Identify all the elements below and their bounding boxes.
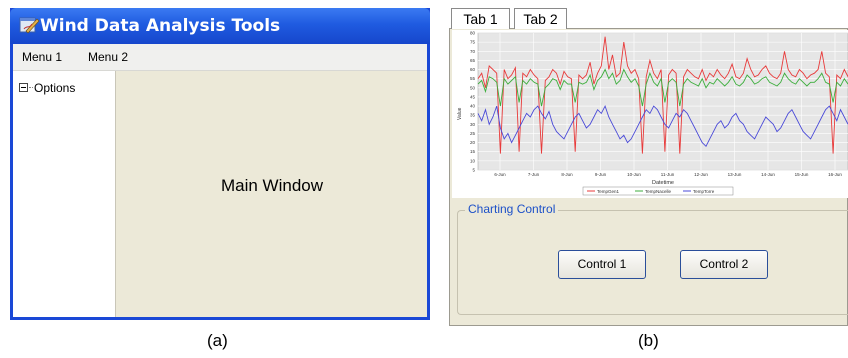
y-tick-label: 45: [470, 94, 476, 99]
y-tick-labels: 5 10 15 20 25 30 35 40 45 50 55 60 65 70 75 80: [470, 31, 476, 173]
x-tick-label: 11-Jun: [661, 172, 675, 177]
chart-legend: TempGen1 TempNacelle TempTorre: [582, 186, 734, 196]
y-tick-label: 55: [470, 76, 476, 81]
y-axis-label: Value: [457, 107, 463, 120]
control-1-button[interactable]: Control 1: [558, 250, 646, 279]
x-tick-label: 12-Jun: [694, 172, 708, 177]
menu-2[interactable]: Menu 2: [88, 50, 128, 64]
application-window: Wind Data Analysis Tools Menu 1 Menu 2 O…: [10, 8, 430, 320]
tree-connector: [29, 87, 33, 88]
x-tick-label: 8-Jun: [561, 172, 573, 177]
caption-b: (b): [638, 331, 659, 350]
y-tick-label: 30: [470, 122, 476, 127]
x-tick-label: 15-Jun: [795, 172, 809, 177]
tab-2[interactable]: Tab 2: [514, 8, 567, 29]
caption-a: (a): [207, 331, 228, 350]
x-axis-label: Datetime: [652, 180, 674, 186]
legend-label: TempGen1: [597, 189, 620, 194]
x-tick-label: 6-Jun: [494, 172, 506, 177]
title-bar[interactable]: Wind Data Analysis Tools: [10, 8, 430, 44]
tab-1[interactable]: Tab 1: [451, 8, 510, 29]
y-tick-label: 10: [470, 158, 476, 163]
y-tick-label: 60: [470, 67, 476, 72]
y-tick-label: 5: [472, 168, 475, 173]
y-tick-label: 35: [470, 113, 476, 118]
x-tick-labels: 6-Jun 7-Jun 8-Jun 9-Jun 10-Jun 11-Jun 12-Jun 13…: [494, 172, 842, 177]
y-tick-label: 65: [470, 58, 476, 63]
x-tick-label: 14-Jun: [761, 172, 775, 177]
legend-label: TempNacelle: [645, 189, 672, 194]
x-tick-label: 16-Jun: [828, 172, 842, 177]
y-tick-label: 75: [470, 40, 476, 45]
x-tick-label: 7-Jun: [528, 172, 540, 177]
legend-label: TempTorre: [693, 189, 715, 194]
main-window-pane: Main Window: [115, 71, 427, 317]
x-tick-label: 13-Jun: [728, 172, 742, 177]
control-2-button[interactable]: Control 2: [680, 250, 768, 279]
y-tick-label: 15: [470, 149, 476, 154]
tree-item-options[interactable]: Options: [34, 81, 75, 95]
options-tree: Options: [13, 71, 115, 317]
main-window-label: Main Window: [220, 176, 324, 195]
menu-1[interactable]: Menu 1: [22, 50, 62, 64]
x-tick-label: 9-Jun: [595, 172, 607, 177]
y-tick-label: 50: [470, 85, 476, 90]
y-tick-label: 20: [470, 140, 476, 145]
app-window-icon: [19, 17, 40, 34]
x-tick-label: 10-Jun: [627, 172, 641, 177]
line-chart: 5 10 15 20 25 30 35 40 45 50 55 60 65 70 75 80 6-Jun 7-J…: [457, 31, 848, 196]
y-tick-label: 25: [470, 131, 476, 136]
menu-bar: Menu 1 Menu 2: [13, 44, 427, 71]
y-tick-label: 70: [470, 49, 476, 54]
y-tick-label: 80: [470, 31, 476, 36]
chart-area: 5 10 15 20 25 30 35 40 45 50 55 60 65 70 75 80 6-Jun 7-J…: [452, 30, 848, 198]
y-tick-label: 40: [470, 104, 476, 109]
group-title: Charting Control: [465, 202, 559, 216]
collapse-minus-icon[interactable]: [19, 83, 28, 92]
charting-control-group: [457, 210, 848, 315]
window-title: Wind Data Analysis Tools: [40, 16, 281, 36]
